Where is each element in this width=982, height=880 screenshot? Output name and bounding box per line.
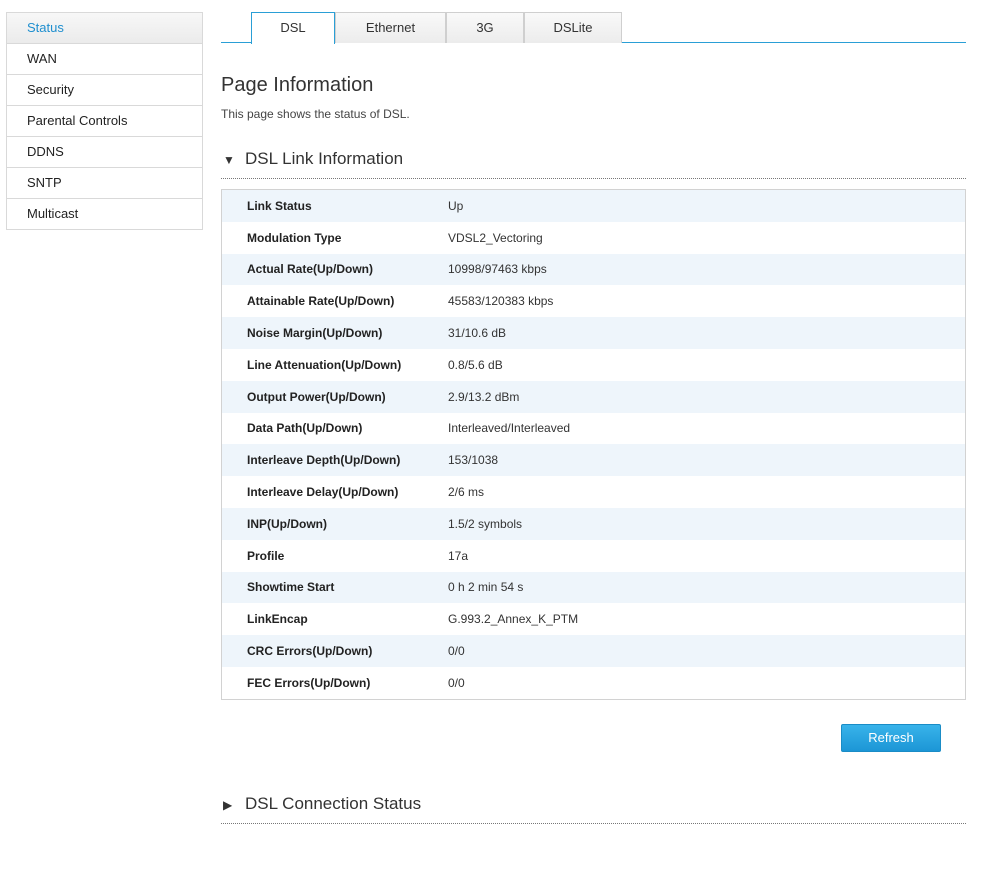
row-label: Showtime Start xyxy=(247,580,335,595)
row-value: 153/1038 xyxy=(448,453,499,468)
table-row: INP(Up/Down) 1.5/2 symbols xyxy=(222,507,965,540)
sidebar-nav: Status WAN Security Parental Controls DD… xyxy=(6,12,203,230)
tab-ethernet[interactable]: Ethernet xyxy=(335,12,446,43)
row-label: CRC Errors(Up/Down) xyxy=(247,644,373,659)
page-description: This page shows the status of DSL. xyxy=(221,107,410,121)
table-row: Attainable Rate(Up/Down) 45583/120383 kbp… xyxy=(222,285,965,318)
row-label: Link Status xyxy=(247,198,312,213)
row-value: Interleaved/Interleaved xyxy=(448,421,571,436)
table-row: Line Attenuation(Up/Down) 0.8/5.6 dB xyxy=(222,348,965,381)
dsl-connection-status-toggle[interactable]: ▶ DSL Connection Status xyxy=(221,790,966,824)
page-title: Page Information xyxy=(221,74,374,96)
row-label: Interleave Delay(Up/Down) xyxy=(247,485,399,500)
section-title: DSL Connection Status xyxy=(245,794,422,813)
row-value: 0/0 xyxy=(448,644,465,659)
row-label: Interleave Depth(Up/Down) xyxy=(247,453,401,468)
row-label: Output Power(Up/Down) xyxy=(247,389,386,404)
row-label: Actual Rate(Up/Down) xyxy=(247,262,373,277)
row-value: Up xyxy=(448,198,464,213)
table-row: Interleave Delay(Up/Down) 2/6 ms xyxy=(222,476,965,508)
row-value: 0 h 2 min 54 s xyxy=(448,580,524,595)
dsl-link-information-toggle[interactable]: ▼ DSL Link Information xyxy=(221,145,966,179)
tab-bar: DSL Ethernet 3G DSLite xyxy=(221,12,966,44)
table-row: Modulation Type VDSL2_Vectoring xyxy=(222,221,965,254)
row-value: 2/6 ms xyxy=(448,485,485,500)
sidebar-item-multicast[interactable]: Multicast xyxy=(7,199,202,230)
table-row: LinkEncap G.993.2_Annex_K_PTM xyxy=(222,603,965,636)
row-label: LinkEncap xyxy=(247,612,308,627)
table-row: Link Status Up xyxy=(222,190,965,222)
tab-dslite[interactable]: DSLite xyxy=(524,12,622,43)
tab-3g[interactable]: 3G xyxy=(446,12,524,43)
row-label: Data Path(Up/Down) xyxy=(247,421,363,436)
sidebar-item-sntp[interactable]: SNTP xyxy=(7,168,202,199)
row-value: 0.8/5.6 dB xyxy=(448,357,503,372)
row-value: 1.5/2 symbols xyxy=(448,516,523,531)
collapsed-triangle-icon: ▶ xyxy=(223,798,233,812)
row-label: Noise Margin(Up/Down) xyxy=(247,326,383,341)
row-value: 0/0 xyxy=(448,675,465,690)
table-row: Noise Margin(Up/Down) 31/10.6 dB xyxy=(222,317,965,349)
row-value: 31/10.6 dB xyxy=(448,326,507,341)
row-value: 17a xyxy=(448,548,469,563)
section-title: DSL Link Information xyxy=(245,149,404,168)
refresh-button[interactable]: Refresh xyxy=(841,724,941,752)
row-value: VDSL2_Vectoring xyxy=(448,230,543,245)
table-row: Output Power(Up/Down) 2.9/13.2 dBm xyxy=(222,380,965,413)
row-label: Modulation Type xyxy=(247,230,342,245)
table-row: Data Path(Up/Down) Interleaved/Interleave… xyxy=(222,412,965,445)
row-label: Line Attenuation(Up/Down) xyxy=(247,357,402,372)
sidebar-item-ddns[interactable]: DDNS xyxy=(7,137,202,168)
row-label: FEC Errors(Up/Down) xyxy=(247,675,371,690)
sidebar-item-parental-controls[interactable]: Parental Controls xyxy=(7,106,202,137)
row-value: 2.9/13.2 dBm xyxy=(448,389,520,404)
table-row: Showtime Start 0 h 2 min 54 s xyxy=(222,571,965,604)
table-row: FEC Errors(Up/Down) 0/0 xyxy=(222,666,965,699)
dsl-link-table: Link Status Up Modulation Type VDSL2_Vecto… xyxy=(221,189,966,700)
row-label: Profile xyxy=(247,548,285,563)
tab-dsl[interactable]: DSL xyxy=(251,12,335,44)
table-row: CRC Errors(Up/Down) 0/0 xyxy=(222,635,965,667)
sidebar-item-wan[interactable]: WAN xyxy=(7,44,202,75)
table-row: Actual Rate(Up/Down) 10998/97463 kbps xyxy=(222,253,965,286)
row-value: 45583/120383 kbps xyxy=(448,294,554,309)
table-row: Interleave Depth(Up/Down) 153/1038 xyxy=(222,444,965,477)
table-row: Profile 17a xyxy=(222,539,965,572)
sidebar-item-security[interactable]: Security xyxy=(7,75,202,106)
row-value: G.993.2_Annex_K_PTM xyxy=(448,612,579,627)
row-value: 10998/97463 kbps xyxy=(448,262,547,277)
row-label: Attainable Rate(Up/Down) xyxy=(247,294,395,309)
expanded-triangle-icon: ▼ xyxy=(223,153,235,167)
sidebar-item-status[interactable]: Status xyxy=(7,13,202,44)
row-label: INP(Up/Down) xyxy=(247,516,327,531)
